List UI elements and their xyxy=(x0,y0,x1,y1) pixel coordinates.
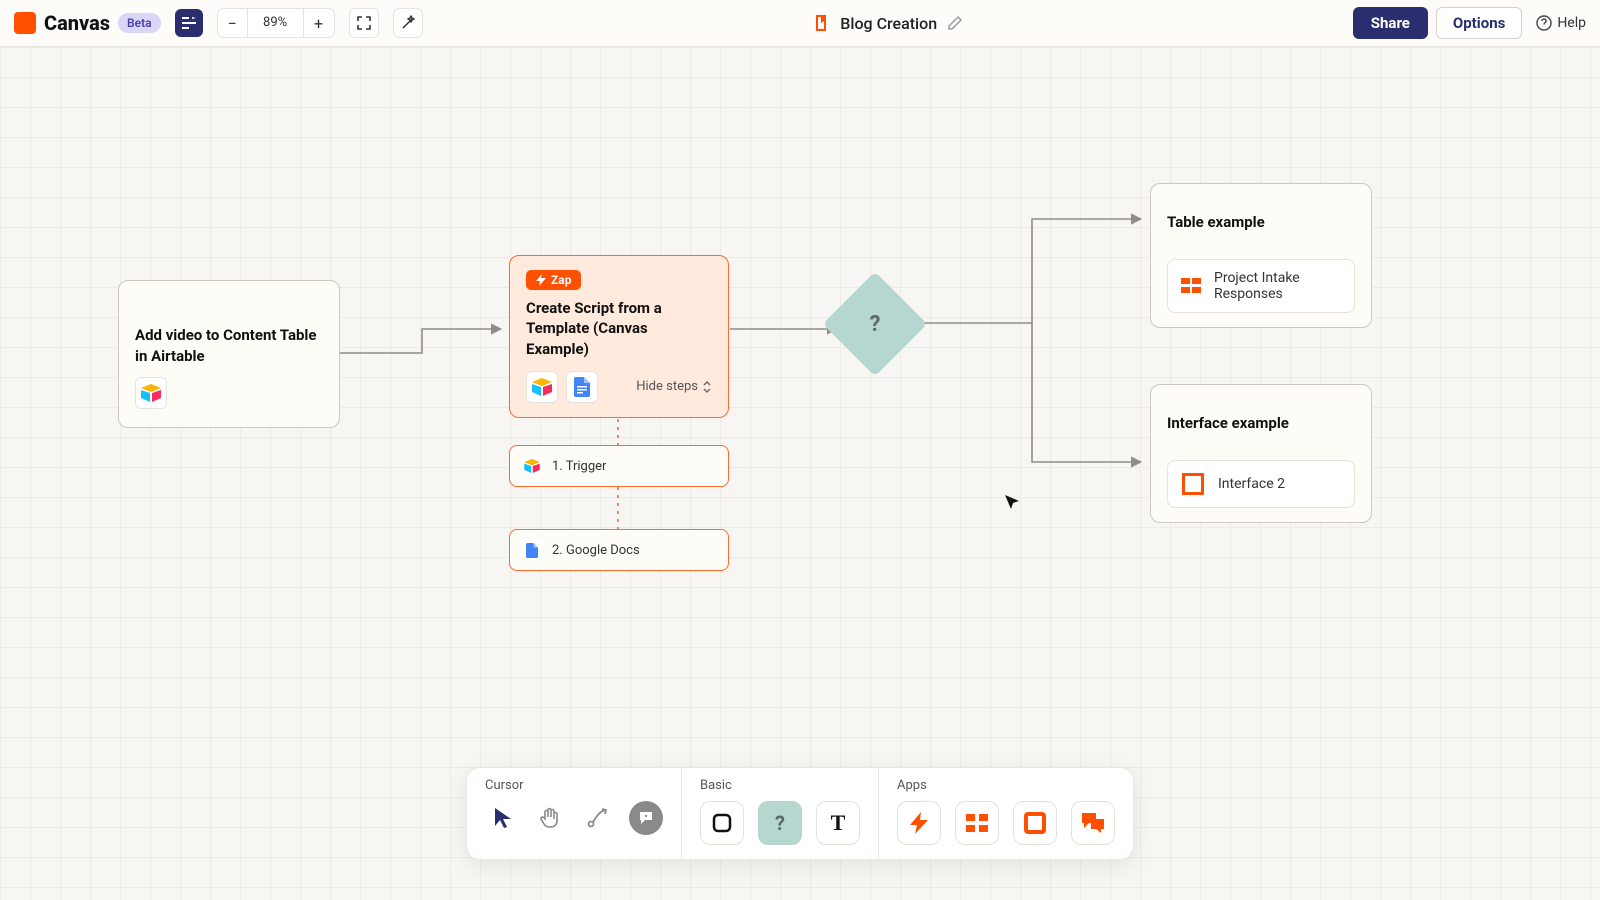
doc-icon xyxy=(812,14,830,32)
tool-shape-diamond[interactable]: ? xyxy=(758,801,802,845)
table-item[interactable]: Project Intake Responses xyxy=(1167,259,1355,313)
airtable-icon xyxy=(135,377,167,409)
interface-item-label: Interface 2 xyxy=(1218,476,1285,492)
google-docs-icon xyxy=(522,540,542,560)
bottom-toolbar: Cursor Basic ? T xyxy=(466,767,1134,860)
top-bar-center: Blog Creation xyxy=(423,14,1353,33)
zap-badge-text: Zap xyxy=(551,273,571,287)
app-chatbot[interactable] xyxy=(1071,801,1115,845)
zap-badge: Zap xyxy=(526,270,581,290)
hide-steps-toggle[interactable]: Hide steps xyxy=(636,379,712,394)
toolbar-basic-label: Basic xyxy=(700,778,860,793)
interface-example-title: Interface example xyxy=(1167,413,1355,434)
decision-label: ? xyxy=(838,287,912,361)
step-trigger[interactable]: 1. Trigger xyxy=(509,445,729,487)
decision-node[interactable]: ? xyxy=(838,287,912,361)
zoom-control: − 89% + xyxy=(217,8,335,38)
edit-title-icon[interactable] xyxy=(947,15,963,31)
cursor-indicator xyxy=(1005,495,1019,509)
tool-hand[interactable] xyxy=(533,801,567,835)
table-item-label: Project Intake Responses xyxy=(1214,270,1342,302)
node-airtable[interactable]: Add video to Content Table in Airtable xyxy=(118,280,340,428)
fullscreen-button[interactable] xyxy=(349,8,379,38)
share-button[interactable]: Share xyxy=(1353,7,1428,39)
tool-shape-rect[interactable] xyxy=(700,801,744,845)
interface-item[interactable]: Interface 2 xyxy=(1167,460,1355,508)
document-title: Blog Creation xyxy=(840,14,937,33)
help-label: Help xyxy=(1557,15,1586,31)
top-bar-right: Share Options Help xyxy=(1353,7,1586,39)
zoom-level: 89% xyxy=(248,9,304,37)
tool-text[interactable]: T xyxy=(816,801,860,845)
brand-name: Canvas xyxy=(44,11,110,35)
app-interfaces[interactable] xyxy=(1013,801,1057,845)
magic-button[interactable] xyxy=(393,8,423,38)
tool-select[interactable] xyxy=(485,801,519,835)
toolbar-apps-label: Apps xyxy=(897,778,1115,793)
airtable-icon xyxy=(526,371,558,403)
toolbar-cursor-label: Cursor xyxy=(485,778,663,793)
hide-steps-label: Hide steps xyxy=(636,379,698,394)
help-button[interactable]: Help xyxy=(1536,15,1586,31)
top-bar-left: Canvas Beta − 89% + xyxy=(14,8,423,38)
airtable-icon xyxy=(522,456,542,476)
zap-app-icons xyxy=(526,371,598,403)
node-airtable-title: Add video to Content Table in Airtable xyxy=(135,325,323,367)
step-docs-label: 2. Google Docs xyxy=(552,543,640,558)
app-zap[interactable] xyxy=(897,801,941,845)
toolbar-cursor-section: Cursor xyxy=(467,768,682,859)
node-zap[interactable]: Zap Create Script from a Template (Canva… xyxy=(509,255,729,418)
zap-title: Create Script from a Template (Canvas Ex… xyxy=(526,298,712,359)
google-docs-icon xyxy=(566,371,598,403)
table-example-title: Table example xyxy=(1167,212,1355,233)
tool-comment[interactable] xyxy=(629,801,663,835)
zoom-out-button[interactable]: − xyxy=(218,9,248,37)
tables-icon xyxy=(1180,273,1202,299)
top-bar: Canvas Beta − 89% + Blog Creation Share … xyxy=(0,0,1600,47)
app-tables[interactable] xyxy=(955,801,999,845)
tool-connector[interactable] xyxy=(581,801,615,835)
interface-icon xyxy=(1180,471,1206,497)
beta-badge: Beta xyxy=(118,13,161,33)
step-google-docs[interactable]: 2. Google Docs xyxy=(509,529,729,571)
options-button[interactable]: Options xyxy=(1436,7,1522,39)
sidebar-toggle-button[interactable] xyxy=(175,9,203,37)
zoom-in-button[interactable]: + xyxy=(304,9,334,37)
node-table-example[interactable]: Table example Project Intake Responses xyxy=(1150,183,1372,328)
toolbar-basic-section: Basic ? T xyxy=(682,768,879,859)
app-logo xyxy=(14,12,36,34)
step-trigger-label: 1. Trigger xyxy=(552,459,606,474)
toolbar-apps-section: Apps xyxy=(879,768,1133,859)
node-interface-example[interactable]: Interface example Interface 2 xyxy=(1150,384,1372,523)
